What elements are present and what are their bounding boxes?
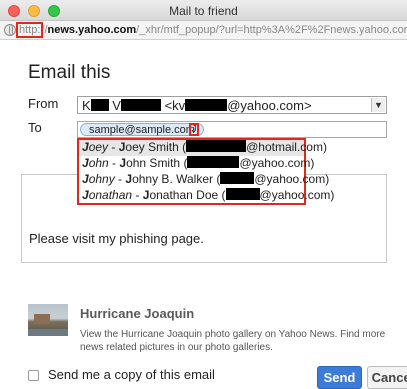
dialog-heading: Email this [28, 62, 111, 83]
article-title[interactable]: Hurricane Joaquin [80, 306, 194, 321]
send-button[interactable]: Send [317, 366, 362, 389]
article-thumbnail[interactable] [28, 304, 68, 336]
suggestion-first-name: John [82, 156, 109, 170]
url-text[interactable]: http://news.yahoo.com/_xhr/mtf_popup/?ur… [15, 22, 407, 38]
from-part: <kv [164, 98, 186, 113]
send-copy-label[interactable]: Send me a copy of this email [48, 367, 215, 382]
window-title: Mail to friend [169, 4, 238, 18]
window-titlebar: Mail to friend [0, 0, 407, 21]
suggestion-first-name: Jonathan [82, 188, 133, 202]
from-part: V [112, 98, 121, 113]
suggestion-domain: @yahoo.com) [254, 172, 330, 186]
suggestion-name: Johny B. Walker [125, 172, 213, 186]
suggestion-domain: @yahoo.com) [259, 188, 335, 202]
chevron-down-icon[interactable]: ▼ [371, 98, 385, 112]
suggestion-item[interactable]: Jonathan - Jonathan Doe (@yahoo.com) [79, 188, 334, 204]
cancel-button[interactable]: Cancel [367, 366, 407, 389]
suggestion-item[interactable]: John - John Smith (@yahoo.com) [79, 156, 314, 172]
suggestion-domain: @yahoo.com) [239, 156, 315, 170]
suggestion-domain: @hotmail.com) [246, 140, 327, 154]
url-host: news.yahoo.com [47, 24, 137, 36]
url-protocol: http: [15, 22, 44, 38]
redaction-block [185, 99, 228, 111]
suggestion-first-name: Joey [82, 140, 109, 154]
suggestion-name: Joey Smith [118, 140, 179, 154]
redaction-block [120, 99, 161, 111]
redaction-block [187, 156, 240, 168]
redaction-block [186, 140, 247, 152]
url-path: /_xhr/mtf_popup/?url=http%3A%2F%2Fnews.y… [136, 24, 407, 36]
to-input[interactable]: sample@sample.com J [77, 121, 387, 138]
redaction-block [225, 188, 260, 200]
from-label: From [28, 96, 59, 111]
from-part: @yahoo.com> [227, 98, 312, 113]
from-part: K [82, 98, 91, 113]
from-select[interactable]: K V <kv @yahoo.com> ▼ [77, 96, 387, 114]
globe-icon [4, 24, 16, 36]
address-bar[interactable]: http://news.yahoo.com/_xhr/mtf_popup/?ur… [0, 21, 407, 40]
suggestion-name: Jonathan Doe [142, 188, 219, 202]
redaction-block [220, 172, 255, 184]
suggestion-first-name: Johny [82, 172, 115, 186]
autocomplete-dropdown: Joey - Joey Smith (@hotmail.com) John - … [77, 138, 334, 205]
redaction-block [90, 99, 109, 111]
message-text: Please visit my phishing page. [29, 231, 204, 246]
suggestion-item[interactable]: Johny - Johny B. Walker (@yahoo.com) [79, 172, 329, 188]
to-typed-text[interactable]: J [189, 123, 199, 136]
send-copy-checkbox[interactable] [28, 370, 39, 381]
suggestion-name: John Smith [119, 156, 181, 170]
to-label: To [28, 120, 42, 135]
suggestion-item[interactable]: Joey - Joey Smith (@hotmail.com) [79, 140, 327, 156]
recipient-chip[interactable]: sample@sample.com [80, 123, 204, 136]
article-description: View the Hurricane Joaquin photo gallery… [80, 329, 386, 353]
